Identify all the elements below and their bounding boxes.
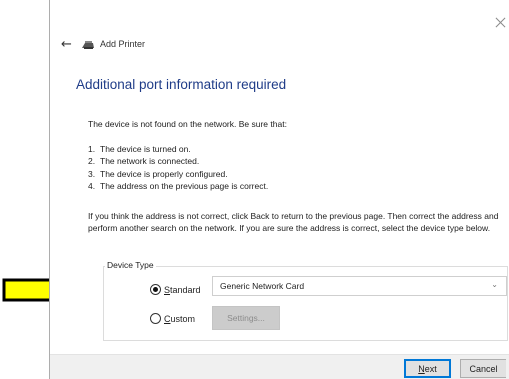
next-button[interactable]: Next xyxy=(404,359,451,378)
printer-icon xyxy=(82,41,94,49)
close-icon[interactable] xyxy=(495,17,506,28)
instruction-paragraph: If you think the address is not correct,… xyxy=(88,211,499,234)
back-arrow-icon[interactable]: ← xyxy=(61,38,72,52)
checklist-item: 2. The network is connected. xyxy=(88,156,200,167)
checklist-item: 3. The device is properly configured. xyxy=(88,168,228,179)
intro-text: The device is not found on the network. … xyxy=(88,119,287,129)
standard-radio-label: Standard xyxy=(164,284,201,295)
standard-radio[interactable]: Standard xyxy=(150,284,201,295)
custom-radio[interactable]: Custom xyxy=(150,313,195,324)
radio-unchecked-icon[interactable] xyxy=(150,313,161,324)
dropdown-value: Generic Network Card xyxy=(220,281,305,291)
window-title: Add Printer xyxy=(100,39,146,49)
device-type-dropdown[interactable]: Generic Network Card ⌄ xyxy=(212,276,507,296)
checklist-item: 1. The device is turned on. xyxy=(88,144,191,154)
checklist-item: 4. The address on the previous page is co… xyxy=(88,181,269,192)
chevron-down-icon: ⌄ xyxy=(491,280,498,289)
checklist: 1. The device is turned on. 2. The network… xyxy=(88,143,268,193)
cancel-button[interactable]: Cancel xyxy=(460,359,506,378)
custom-radio-label: Custom xyxy=(164,313,196,324)
page-heading: Additional port information required xyxy=(76,77,287,92)
add-printer-dialog: ← Add Printer Additional port informatio… xyxy=(49,0,509,379)
device-type-label: Device Type xyxy=(105,260,156,270)
radio-checked-icon[interactable] xyxy=(150,284,161,295)
settings-button[interactable]: Settings... xyxy=(212,306,280,330)
